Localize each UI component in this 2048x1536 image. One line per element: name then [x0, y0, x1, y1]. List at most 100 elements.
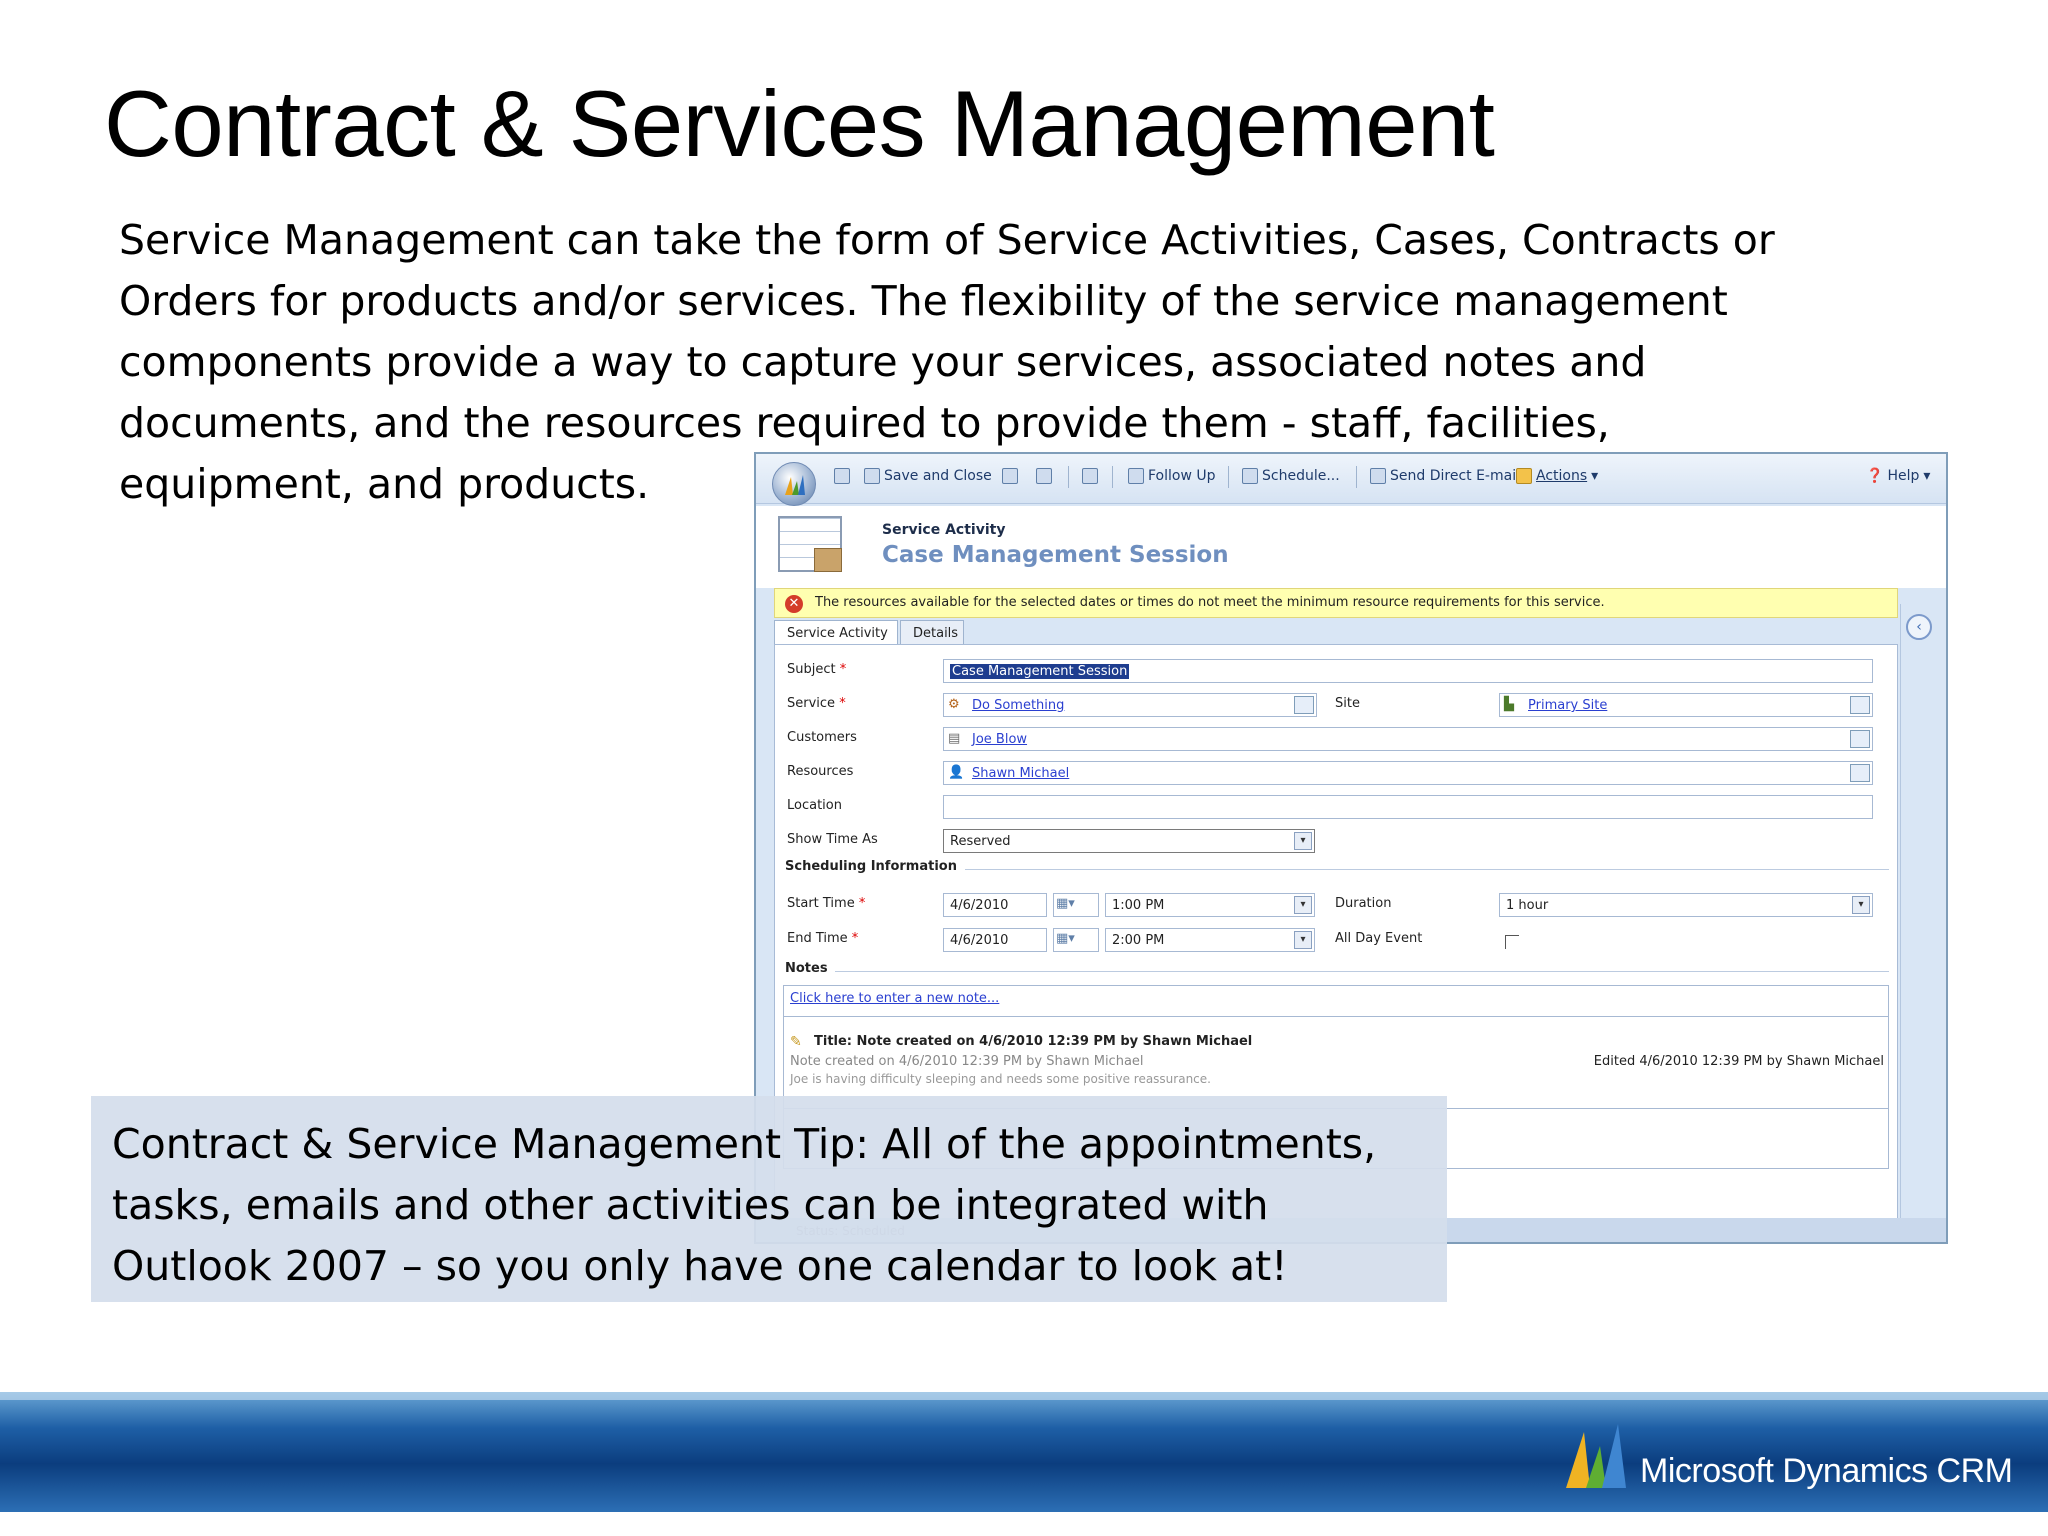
start-time-select[interactable]: 1:00 PM ▾	[1105, 893, 1315, 917]
all-day-event-checkbox[interactable]	[1505, 935, 1519, 949]
chevron-down-icon[interactable]: ▾	[1294, 896, 1312, 914]
chevron-down-icon[interactable]: ▾	[1294, 832, 1312, 850]
error-icon: ✕	[785, 595, 803, 613]
calendar-icon	[1242, 468, 1258, 484]
dynamics-logo-icon	[785, 475, 805, 495]
end-time-value: 2:00 PM	[1112, 933, 1165, 948]
send-direct-email-button[interactable]: Send Direct E-mail	[1370, 468, 1520, 484]
slide-title: Contract & Services Management	[104, 71, 1495, 176]
start-date-picker[interactable]: ▦▾	[1053, 893, 1099, 917]
tip-box: Contract & Service Management Tip: All o…	[91, 1096, 1447, 1302]
tab-details[interactable]: Details	[900, 620, 964, 646]
schedule-button[interactable]: Schedule...	[1242, 468, 1340, 484]
toolbar-separator	[1112, 466, 1113, 488]
help-menu[interactable]: ❓ Help ▾	[1866, 468, 1930, 484]
start-date-field[interactable]: 4/6/2010	[943, 893, 1047, 917]
site-value[interactable]: Primary Site	[1528, 698, 1607, 713]
resources-lookup[interactable]: 👤 Shawn Michael	[943, 761, 1873, 785]
subject-field[interactable]: Case Management Session	[943, 659, 1873, 683]
schedule-label: Schedule...	[1262, 468, 1340, 484]
lookup-icon[interactable]	[1850, 730, 1870, 748]
notes-divider	[784, 1016, 1888, 1017]
chevron-down-icon: ▾	[1923, 468, 1931, 484]
intro-line: documents, and the resources required to…	[119, 399, 1610, 447]
send-direct-email-label: Send Direct E-mail	[1390, 468, 1520, 484]
user-icon: 👤	[948, 765, 965, 780]
office-orb-button[interactable]	[772, 462, 816, 506]
toolbar-separator	[1356, 466, 1357, 488]
resource-warning-banner: ✕ The resources available for the select…	[774, 588, 1898, 618]
collapse-side-button[interactable]: ‹	[1906, 614, 1932, 640]
resources-value[interactable]: Shawn Michael	[972, 766, 1069, 781]
new-note-link[interactable]: Click here to enter a new note...	[790, 991, 999, 1006]
service-activity-form-icon	[778, 516, 842, 572]
chevron-down-icon[interactable]: ▾	[1852, 896, 1870, 914]
note-edited: Edited 4/6/2010 12:39 PM by Shawn Michae…	[1593, 1054, 1884, 1069]
customers-label: Customers	[787, 730, 857, 745]
actions-menu[interactable]: Actions ▾	[1516, 468, 1598, 484]
intro-line: components provide a way to capture your…	[119, 338, 1647, 386]
scheduling-section-title: Scheduling Information	[785, 859, 957, 874]
help-label: Help	[1887, 468, 1920, 484]
save-and-close-button[interactable]: Save and Close	[864, 468, 992, 484]
email-icon	[1370, 468, 1386, 484]
lookup-icon[interactable]	[1850, 764, 1870, 782]
duration-label: Duration	[1335, 896, 1392, 911]
lookup-icon[interactable]	[1850, 696, 1870, 714]
save-button[interactable]	[834, 468, 850, 484]
show-time-as-select[interactable]: Reserved ▾	[943, 829, 1315, 853]
subject-value: Case Management Session	[950, 664, 1130, 679]
follow-up-icon	[1128, 468, 1144, 484]
end-time-select[interactable]: 2:00 PM ▾	[1105, 928, 1315, 952]
all-day-event-label: All Day Event	[1335, 931, 1423, 946]
end-date-field[interactable]: 4/6/2010	[943, 928, 1047, 952]
service-icon: ⚙	[948, 697, 960, 712]
site-label: Site	[1335, 696, 1360, 711]
attach-button[interactable]	[1082, 468, 1098, 484]
save-new-button[interactable]	[1002, 468, 1018, 484]
show-time-as-label: Show Time As	[787, 832, 878, 847]
site-icon: ▙	[1504, 697, 1514, 712]
tip-line: Outlook 2007 – so you only have one cale…	[112, 1242, 1288, 1290]
help-icon: ❓	[1866, 468, 1884, 484]
chevron-down-icon: ▾	[1591, 468, 1599, 484]
customers-lookup[interactable]: ▤ Joe Blow	[943, 727, 1873, 751]
save-close-icon	[864, 468, 880, 484]
start-time-value: 1:00 PM	[1112, 898, 1165, 913]
follow-up-button[interactable]: Follow Up	[1128, 468, 1216, 484]
subject-label: Subject *	[787, 662, 847, 677]
side-strip	[1900, 604, 1946, 1242]
service-value[interactable]: Do Something	[972, 698, 1064, 713]
service-lookup[interactable]: ⚙ Do Something	[943, 693, 1317, 717]
duration-select[interactable]: 1 hour ▾	[1499, 893, 1873, 917]
calendar-icon: ▦▾	[1056, 896, 1075, 911]
section-divider	[965, 869, 1889, 870]
chevron-down-icon[interactable]: ▾	[1294, 931, 1312, 949]
note-title[interactable]: Title: Note created on 4/6/2010 12:39 PM…	[814, 1034, 1252, 1049]
intro-line: Orders for products and/or services. The…	[119, 277, 1728, 325]
save-and-close-label: Save and Close	[884, 468, 992, 484]
paperclip-icon	[1082, 468, 1098, 484]
end-date-picker[interactable]: ▦▾	[1053, 928, 1099, 952]
toolbar-separator	[1228, 466, 1229, 488]
chevron-left-icon: ‹	[1916, 619, 1922, 635]
brand-name: Microsoft Dynamics CRM	[1640, 1452, 2013, 1490]
intro-line: Service Management can take the form of …	[119, 216, 1775, 264]
location-field[interactable]	[943, 795, 1873, 819]
customers-value[interactable]: Joe Blow	[972, 732, 1027, 747]
actions-icon	[1516, 468, 1532, 484]
toolbar-separator	[1068, 466, 1069, 488]
record-name: Case Management Session	[882, 542, 1229, 568]
record-header: Service Activity Case Management Session	[756, 506, 1946, 588]
start-time-label: Start Time *	[787, 896, 866, 911]
print-button[interactable]	[1036, 468, 1052, 484]
save-new-icon	[1002, 468, 1018, 484]
site-lookup[interactable]: ▙ Primary Site	[1499, 693, 1873, 717]
tab-service-activity[interactable]: Service Activity	[774, 620, 898, 646]
note-icon: ✎	[790, 1034, 802, 1050]
end-time-label: End Time *	[787, 931, 859, 946]
lookup-icon[interactable]	[1294, 696, 1314, 714]
section-divider	[835, 971, 1889, 972]
crm-toolbar: Save and Close Follow Up Schedule... Sen…	[756, 454, 1946, 506]
entity-type-label: Service Activity	[882, 522, 1006, 538]
